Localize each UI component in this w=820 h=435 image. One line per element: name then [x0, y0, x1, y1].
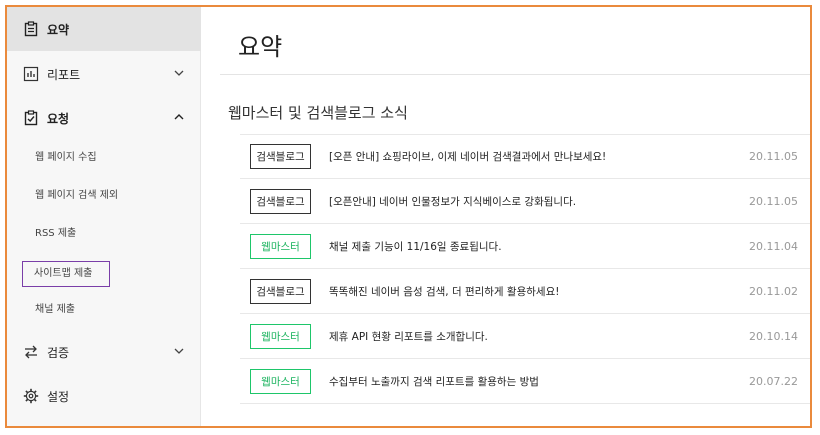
sidebar-item-label: 요약: [47, 22, 70, 37]
news-title-link[interactable]: 똑똑해진 네이버 음성 검색, 더 편리하게 활용하세요!: [329, 284, 810, 299]
news-list: 검색블로그 [오픈 안내] 쇼핑라이브, 이제 네이버 검색결과에서 만나보세요…: [240, 134, 810, 404]
sidebar-item-settings[interactable]: 설정: [7, 374, 201, 418]
news-title-link[interactable]: [오픈 안내] 쇼핑라이브, 이제 네이버 검색결과에서 만나보세요!: [329, 149, 810, 164]
chevron-down-icon: [174, 70, 184, 76]
sidebar-item-label: 검증: [47, 345, 70, 360]
news-tag-badge: 웹마스터: [250, 323, 311, 349]
news-date: 20.10.14: [749, 329, 798, 343]
news-row[interactable]: 검색블로그 똑똑해진 네이버 음성 검색, 더 편리하게 활용하세요! 20.1…: [240, 269, 810, 314]
clipboard-check-icon: [23, 110, 39, 126]
sidebar: 요약 리포트 요청 웹 페이지 수집 웹 페이지 검색 제외 RSS 제출 사이…: [7, 7, 201, 426]
sidebar-subitem-channel[interactable]: 채널 제출: [35, 300, 75, 320]
news-title-link[interactable]: 채널 제출 기능이 11/16일 종료됩니다.: [329, 239, 810, 254]
chevron-up-icon: [174, 114, 184, 120]
news-row[interactable]: 검색블로그 [오픈안내] 네이버 인물정보가 지식베이스로 강화됩니다. 20.…: [240, 179, 810, 224]
section-title: 웹마스터 및 검색블로그 소식: [228, 104, 408, 122]
news-tag-badge: 검색블로그: [250, 144, 311, 169]
news-row[interactable]: 검색블로그 [오픈 안내] 쇼핑라이브, 이제 네이버 검색결과에서 만나보세요…: [240, 134, 810, 179]
sidebar-item-label: 설정: [47, 389, 70, 404]
sidebar-subitem-rss[interactable]: RSS 제출: [35, 224, 76, 244]
gear-icon: [23, 388, 39, 404]
sidebar-subitem-page-exclude[interactable]: 웹 페이지 검색 제외: [35, 186, 118, 206]
sidebar-subitem-sitemap[interactable]: 사이트맵 제출: [22, 261, 110, 287]
news-title-link[interactable]: [오픈안내] 네이버 인물정보가 지식베이스로 강화됩니다.: [329, 194, 810, 209]
news-title-link[interactable]: 제휴 API 현황 리포트를 소개합니다.: [329, 329, 810, 344]
news-tag-badge: 검색블로그: [250, 278, 311, 304]
main-content: 요약 웹마스터 및 검색블로그 소식 검색블로그 [오픈 안내] 쇼핑라이브, …: [202, 7, 810, 426]
news-row[interactable]: 웹마스터 수집부터 노출까지 검색 리포트를 활용하는 방법 20.07.22: [240, 359, 810, 404]
news-tag-badge: 웹마스터: [250, 233, 311, 259]
news-row[interactable]: 웹마스터 제휴 API 현황 리포트를 소개합니다. 20.10.14: [240, 314, 810, 359]
news-row[interactable]: 웹마스터 채널 제출 기능이 11/16일 종료됩니다. 20.11.04: [240, 224, 810, 269]
sidebar-item-request[interactable]: 요청: [7, 96, 201, 140]
sidebar-item-label: 요청: [47, 111, 70, 126]
sidebar-item-label: 리포트: [47, 67, 81, 82]
chevron-down-icon: [174, 348, 184, 354]
divider: [220, 74, 810, 75]
news-date: 20.11.02: [749, 284, 798, 298]
news-tag-badge: 검색블로그: [250, 188, 311, 214]
news-date: 20.07.22: [749, 374, 798, 388]
sidebar-item-verify[interactable]: 검증: [7, 330, 201, 374]
clipboard-icon: [23, 21, 39, 37]
news-date: 20.11.05: [749, 150, 798, 163]
news-title-link[interactable]: 수집부터 노출까지 검색 리포트를 활용하는 방법: [329, 374, 810, 389]
news-date: 20.11.05: [749, 194, 798, 208]
sidebar-item-summary[interactable]: 요약: [7, 7, 201, 51]
page-title: 요약: [238, 33, 283, 61]
swap-arrows-icon: [23, 344, 39, 360]
news-tag-badge: 웹마스터: [250, 368, 311, 394]
sidebar-subitem-page-crawl[interactable]: 웹 페이지 수집: [35, 148, 97, 168]
app-frame: 요약 리포트 요청 웹 페이지 수집 웹 페이지 검색 제외 RSS 제출 사이…: [5, 5, 812, 428]
news-date: 20.11.04: [749, 239, 798, 253]
sidebar-item-report[interactable]: 리포트: [7, 52, 201, 96]
bar-chart-icon: [23, 66, 39, 82]
